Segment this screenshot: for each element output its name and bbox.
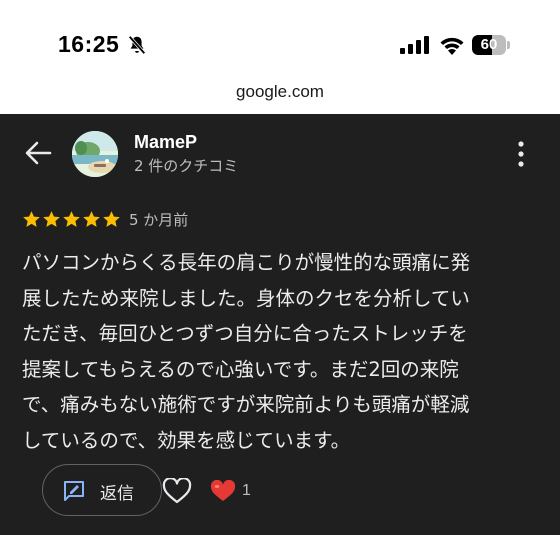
review-text: パソコンからくる長年の肩こりが慢性的な頭痛に発 展したため来院しました。身体のク… [22, 245, 542, 458]
battery-level: 60 [480, 36, 498, 53]
review-date: 5 か月前 [129, 211, 189, 229]
heart-outline-icon[interactable] [162, 478, 192, 504]
review-text-line: で、痛みもない施術ですが来院前よりも頭痛が軽減 [22, 393, 470, 416]
star-icon [83, 211, 100, 227]
review-text-line: しているので、効果を感じています。 [22, 428, 351, 452]
bell-slash-icon [128, 35, 146, 55]
author-review-count: 2 件のクチコミ [134, 157, 239, 175]
battery-icon: 60 [472, 35, 512, 55]
reaction-count: 1 [242, 482, 251, 499]
wifi-icon [440, 37, 464, 55]
star-icon [43, 211, 60, 227]
reply-button[interactable]: 返信 [42, 464, 162, 516]
star-icon [23, 211, 40, 227]
status-bar: 16:25 60 [0, 0, 560, 88]
star-icon [103, 211, 120, 227]
heart-emoji-icon [210, 480, 236, 501]
author-name[interactable]: MameP [134, 132, 197, 153]
review-text-line: パソコンからくる長年の肩こりが慢性的な頭痛に発 [22, 251, 471, 274]
review-text-line: 提案してもらえるので心強いです。まだ2回の来院 [22, 357, 459, 381]
review-panel: MameP 2 件のクチコミ 5 か月前 パソコンからくる長年の肩こりが慢性的な… [0, 114, 560, 535]
url-bar[interactable]: google.com [0, 82, 560, 114]
review-text-line: 展したため来院しました。身体のクセを分析してい [22, 286, 470, 310]
reply-icon [64, 481, 84, 501]
star-icon [63, 211, 80, 227]
star-rating [22, 210, 121, 230]
review-text-line: ただき、毎回ひとつずつ自分に合ったストレッチを [22, 322, 468, 345]
status-time: 16:25 [58, 31, 120, 57]
avatar[interactable] [72, 131, 118, 177]
reply-label: 返信 [100, 484, 134, 504]
back-arrow-icon[interactable] [24, 140, 52, 166]
more-options-icon[interactable] [512, 140, 530, 168]
cellular-signal-icon [400, 36, 429, 54]
